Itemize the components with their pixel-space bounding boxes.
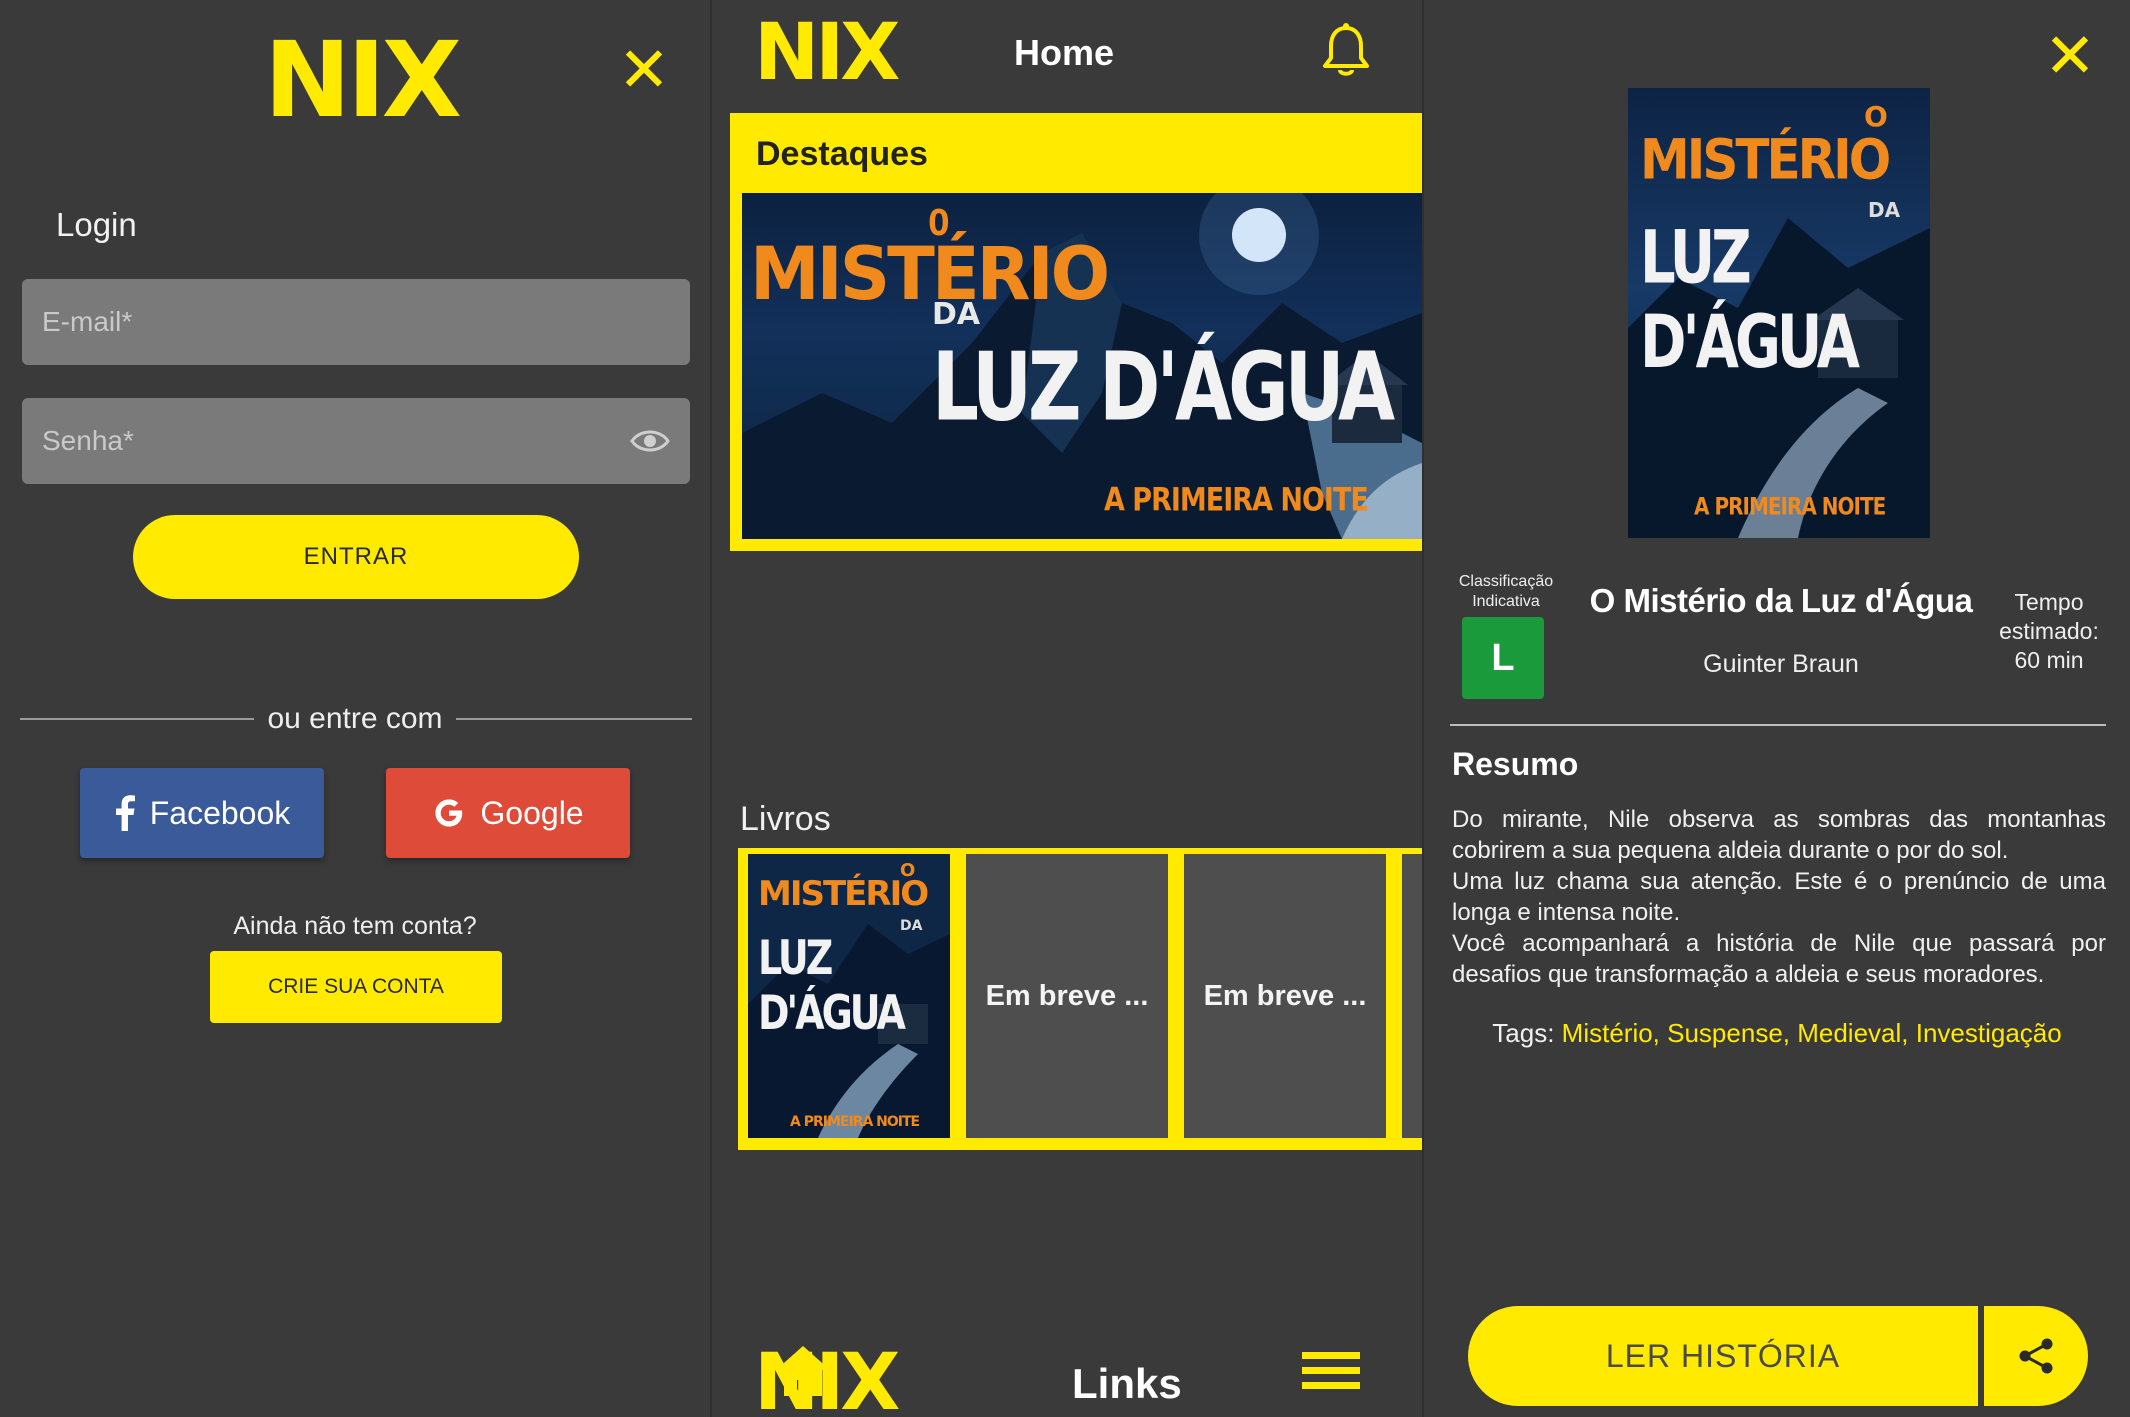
featured-banner[interactable]: O MISTÉRIO DA LUZ D'ÁGUA A PRIMEIRA NOIT… [742,193,1422,539]
book-card-coming-soon[interactable]: Em breve ... [1184,854,1386,1138]
book-card-partial[interactable] [1402,854,1422,1138]
section-divider [1450,724,2106,726]
menu-icon[interactable] [1302,1350,1360,1392]
rating-badge: L [1462,617,1544,699]
facebook-button[interactable]: Facebook [80,768,324,858]
close-icon[interactable]: ✕ [2044,26,2096,88]
tags-label: Tags: [1492,1018,1555,1048]
page-title: Home [1014,32,1115,73]
password-field[interactable]: Senha* [22,398,690,484]
book-cover: O MISTÉRIO DA LUZ D'ÁGUA A PRIMEIRA NOIT… [1628,88,1930,538]
books-title: Livros [740,800,831,838]
book-detail-screen: ✕ O MISTÉRIO DA LUZ D'ÁGUA A PRIMEIRA NO… [1424,0,2130,1417]
banner-title-luz: LUZ D'ÁGUA [932,333,1395,443]
google-label: Google [480,794,584,831]
close-icon[interactable]: ✕ [618,40,670,102]
login-screen: NIX ✕ Login E-mail* Senha* ENTRAR ou ent… [0,0,710,1417]
read-story-button[interactable]: LER HISTÓRIA [1468,1306,1978,1406]
rating-label: Classificação Indicativa [1458,573,1554,610]
facebook-icon [115,795,135,831]
password-placeholder: Senha* [42,425,134,456]
divider-text: ou entre com [267,702,443,735]
book-author: Guinter Braun [1703,650,1859,678]
eye-icon[interactable] [630,426,670,456]
featured-title: Destaques [756,135,928,173]
bell-icon[interactable] [1320,22,1372,82]
google-icon [435,799,463,827]
cover-title-misterio: MISTÉRIO [1640,128,1891,192]
google-button[interactable]: Google [386,768,630,858]
summary-title: Resumo [1452,746,1579,782]
login-button[interactable]: ENTRAR [133,515,579,599]
home-screen: NIX Home Destaques O MISTÉRIO DA LUZ D'Á… [712,0,1422,1417]
links-label[interactable]: Links [1072,1360,1182,1408]
book-card-coming-soon[interactable]: Em breve ... [966,854,1168,1138]
featured-section: Destaques O MISTÉRIO DA LUZ D'ÁGUA A PRI… [730,113,1422,551]
facebook-label: Facebook [149,794,291,831]
share-button[interactable] [1984,1306,2088,1406]
nix-logo: NIX [754,8,900,98]
book-title: O Mistério da Luz d'Água [1589,582,1973,619]
card-title-luz: LUZ D'ÁGUA [758,930,906,1040]
login-title: Login [56,206,137,243]
create-account-button[interactable]: CRIE SUA CONTA [210,951,502,1023]
banner-subtitle: A PRIMEIRA NOITE [1104,481,1369,520]
nix-logo: NIX [264,19,462,141]
book-card[interactable]: O MISTÉRIO DA LUZ D'ÁGUA A PRIMEIRA NOIT… [748,854,950,1138]
tags-values[interactable]: Mistério, Suspense, Medieval, Investigaç… [1562,1018,2062,1048]
email-field[interactable]: E-mail* [22,279,690,365]
share-icon [2019,1338,2053,1374]
tags-line: Tags: Mistério, Suspense, Medieval, Inve… [1424,1018,2130,1049]
no-account-text: Ainda não tem conta? [233,912,477,940]
email-placeholder: E-mail* [42,306,133,337]
estimated-time: Tempo estimado: 60 min [1999,589,2099,673]
card-subtitle: A PRIMEIRA NOITE [790,1114,920,1130]
cover-title-luz: LUZ D'ÁGUA [1640,216,1860,385]
books-shelf: O MISTÉRIO DA LUZ D'ÁGUA A PRIMEIRA NOIT… [738,848,1422,1150]
banner-title-da: DA [932,297,981,332]
banner-title-misterio: MISTÉRIO [750,230,1110,318]
bottom-nav: NIX Links [712,1330,1422,1417]
nix-links-logo[interactable]: NIX [754,1338,900,1417]
card-title-misterio: MISTÉRIO [758,874,929,914]
summary-text: Do mirante, Nile observa as sombras das … [1452,806,2106,988]
cover-subtitle: A PRIMEIRA NOITE [1694,491,1886,521]
